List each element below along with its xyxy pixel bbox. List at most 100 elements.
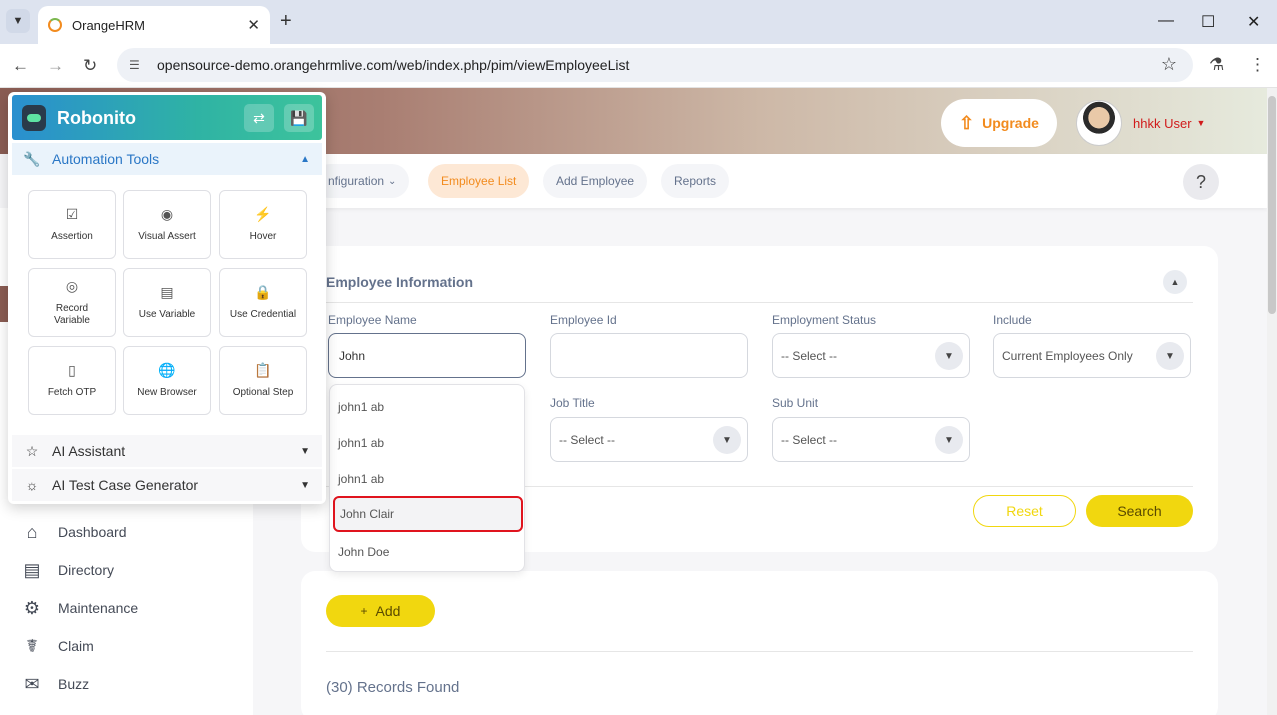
checkbox-icon: ☑: [65, 206, 79, 222]
plus-icon: +: [360, 604, 368, 618]
site-info-icon[interactable]: ☰: [129, 58, 145, 72]
search-button[interactable]: Search: [1086, 495, 1193, 527]
eye-icon: ◉: [160, 206, 174, 222]
back-icon[interactable]: ←: [12, 56, 29, 76]
section-label: AI Assistant: [52, 443, 126, 459]
browser-tab[interactable]: OrangeHRM ✕: [38, 6, 270, 44]
tab-employee-list[interactable]: Employee List: [428, 164, 530, 198]
phone-icon: ▯: [68, 362, 76, 378]
labs-flask-icon[interactable]: ⚗: [1209, 55, 1224, 75]
upgrade-button[interactable]: ⇧ Upgrade: [941, 99, 1057, 147]
section-label: Automation Tools: [52, 151, 160, 167]
bookmark-star-icon[interactable]: ☆: [1161, 54, 1177, 75]
include-value: Current Employees Only: [1002, 348, 1133, 363]
tool-use-variable[interactable]: ▤ Use Variable: [123, 268, 211, 337]
include-select[interactable]: Current Employees Only ▼: [993, 333, 1191, 378]
tab-reports[interactable]: Reports: [661, 164, 730, 198]
employee-name-value: John: [339, 348, 366, 363]
new-tab-button[interactable]: +: [280, 10, 292, 33]
tool-label: New Browser: [137, 387, 197, 398]
sidebar-item-label: Buzz: [58, 676, 90, 692]
tool-record-variable[interactable]: ◎ Record Variable: [28, 268, 116, 337]
robonito-logo-icon: [22, 105, 46, 131]
user-name: hhkk User: [1133, 115, 1192, 131]
tool-visual-assert[interactable]: ◉ Visual Assert: [123, 190, 211, 259]
autocomplete-option[interactable]: John Doe: [330, 534, 526, 570]
close-window-icon[interactable]: ✕: [1247, 12, 1260, 32]
employee-name-label: Employee Name: [328, 313, 417, 327]
employee-id-input[interactable]: [550, 333, 748, 378]
chevron-up-icon: ▲: [300, 153, 310, 165]
help-button[interactable]: ?: [1183, 164, 1219, 200]
star-icon: ☆: [25, 442, 39, 459]
divider: [326, 651, 1193, 652]
job-title-select[interactable]: -- Select -- ▼: [550, 417, 748, 462]
minimize-icon[interactable]: —: [1158, 12, 1174, 30]
tab-reports-label: Reports: [674, 174, 717, 188]
tab-search-button[interactable]: ▼: [6, 9, 30, 33]
tool-label: Optional Step: [232, 387, 294, 398]
employee-name-input[interactable]: John: [328, 333, 526, 378]
tool-new-browser[interactable]: 🌐 New Browser: [123, 346, 211, 415]
document-icon: ▤: [160, 284, 174, 300]
lock-icon: 🔒: [254, 284, 272, 300]
scrollbar-thumb[interactable]: [1268, 96, 1276, 314]
sidebar-item-label: Claim: [58, 638, 94, 654]
orangehrm-favicon-icon: [48, 18, 62, 32]
tab-add-employee-label: Add Employee: [556, 174, 635, 188]
avatar: [1076, 100, 1122, 146]
tool-assertion[interactable]: ☑ Assertion: [28, 190, 116, 259]
autocomplete-option[interactable]: john1 ab: [330, 461, 526, 497]
sidebar-item-directory[interactable]: ▤ Directory: [20, 555, 114, 585]
autocomplete-option[interactable]: john1 ab: [330, 389, 526, 425]
chevron-down-icon: ▼: [935, 342, 963, 370]
sidebar-item-buzz[interactable]: ✉ Buzz: [20, 669, 89, 699]
autocomplete-option[interactable]: john1 ab: [330, 425, 526, 461]
tab-configuration[interactable]: nfiguration ⌄: [313, 164, 410, 198]
sub-unit-select[interactable]: -- Select -- ▼: [772, 417, 970, 462]
sun-icon: ☼: [25, 477, 39, 493]
autocomplete-option-highlighted[interactable]: John Clair: [333, 496, 523, 532]
user-dropdown[interactable]: hhkk User ▼: [1068, 95, 1218, 151]
tab-title: OrangeHRM: [72, 17, 145, 33]
sidebar-item-claim[interactable]: ☤ Claim: [20, 631, 94, 661]
sidebar-item-maintenance[interactable]: ⚙ Maintenance: [20, 593, 138, 623]
close-tab-icon[interactable]: ✕: [247, 16, 260, 34]
divider: [326, 302, 1193, 303]
robonito-header: Robonito ⇄ 💾: [12, 95, 322, 140]
tab-add-employee[interactable]: Add Employee: [543, 164, 648, 198]
reset-button[interactable]: Reset: [973, 495, 1076, 527]
tool-use-credential[interactable]: 🔒 Use Credential: [219, 268, 307, 337]
card-title: Employee Information: [326, 274, 474, 290]
job-title-label: Job Title: [550, 396, 595, 410]
swap-button[interactable]: ⇄: [244, 104, 274, 132]
chevron-down-icon: ▼: [300, 479, 310, 491]
chevron-down-icon: ▼: [1196, 118, 1206, 128]
add-employee-button[interactable]: + Add: [326, 595, 435, 627]
sidebar-item-dashboard[interactable]: ⌂ Dashboard: [20, 517, 127, 547]
tool-optional-step[interactable]: 📋 Optional Step: [219, 346, 307, 415]
reset-label: Reset: [1006, 503, 1043, 519]
robonito-panel: Robonito ⇄ 💾 🔧 Automation Tools ▲ ☑ Asse…: [8, 92, 326, 504]
url-field[interactable]: ☰ opensource-demo.orangehrmlive.com/web/…: [117, 48, 1193, 82]
employment-status-select[interactable]: -- Select -- ▼: [772, 333, 970, 378]
sidebar-item-label: Directory: [58, 562, 115, 578]
tool-label: Use Credential: [229, 309, 297, 320]
tool-label: Assertion: [51, 231, 93, 242]
claim-icon: ☤: [25, 635, 39, 656]
reload-icon[interactable]: ↻: [83, 56, 97, 76]
upgrade-label: Upgrade: [982, 115, 1039, 131]
tool-fetch-otp[interactable]: ▯ Fetch OTP: [28, 346, 116, 415]
forward-icon[interactable]: →: [47, 56, 64, 76]
maximize-icon[interactable]: ☐: [1201, 12, 1215, 32]
tool-hover[interactable]: ⚡ Hover: [219, 190, 307, 259]
browser-menu-icon[interactable]: ⋮: [1249, 55, 1266, 75]
chevron-down-icon: ▼: [935, 426, 963, 454]
browser-tab-strip: ▼ OrangeHRM ✕ + — ☐ ✕: [0, 0, 1277, 44]
collapse-button[interactable]: ▲: [1163, 270, 1187, 294]
ai-test-case-generator-section[interactable]: ☼ AI Test Case Generator ▼: [12, 469, 322, 501]
save-button[interactable]: 💾: [284, 104, 314, 132]
help-icon: ?: [1195, 171, 1206, 192]
automation-tools-section[interactable]: 🔧 Automation Tools ▲: [12, 143, 322, 175]
ai-assistant-section[interactable]: ☆ AI Assistant ▼: [12, 435, 322, 467]
